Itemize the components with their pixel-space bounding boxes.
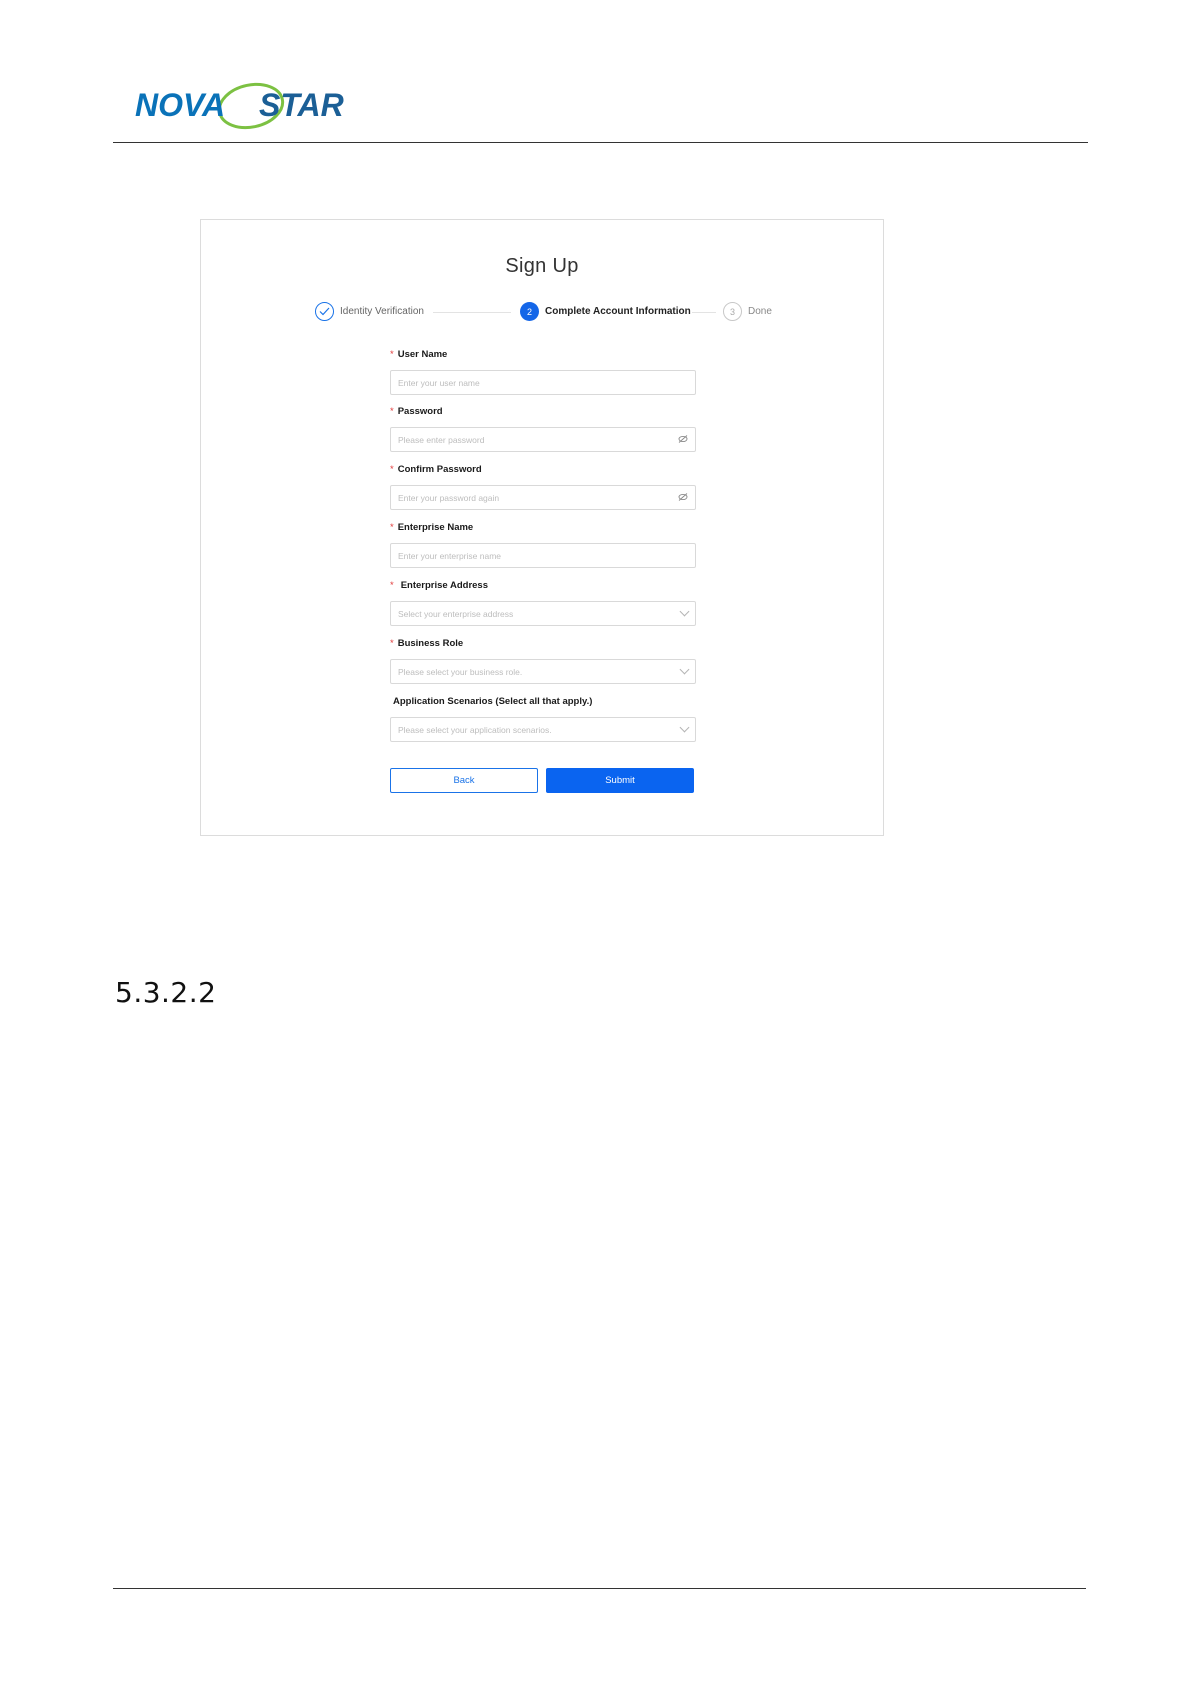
field-label: Business Role bbox=[397, 638, 464, 649]
check-icon bbox=[315, 302, 334, 321]
enterprise-address-field: * Enterprise Address Select your enterpri… bbox=[390, 579, 696, 626]
application-scenarios-field: Application Scenarios (Select all that a… bbox=[390, 695, 696, 742]
select-placeholder: Select your enterprise address bbox=[398, 608, 514, 619]
step-identity-verification: Identity Verification bbox=[315, 302, 424, 321]
step-label: Identity Verification bbox=[340, 306, 424, 317]
required-mark: * bbox=[390, 349, 394, 360]
enterprise-name-input[interactable]: Enter your enterprise name bbox=[390, 543, 696, 568]
signup-screenshot: Sign Up Identity Verification 2 Complete… bbox=[200, 219, 884, 836]
enterprise-address-select[interactable]: Select your enterprise address bbox=[390, 601, 696, 626]
chevron-down-icon bbox=[679, 722, 690, 733]
required-mark: * bbox=[390, 638, 394, 649]
field-label: Password bbox=[397, 406, 443, 417]
eye-hidden-icon[interactable] bbox=[678, 434, 688, 445]
chevron-down-icon bbox=[679, 606, 690, 617]
svg-text:NOVA: NOVA bbox=[135, 87, 225, 123]
step-done: 3 Done bbox=[723, 302, 772, 321]
header-rule bbox=[113, 142, 1088, 143]
select-placeholder: Please select your business role. bbox=[398, 666, 523, 677]
back-button[interactable]: Back bbox=[390, 768, 538, 793]
submit-button[interactable]: Submit bbox=[546, 768, 694, 793]
step-label: Complete Account Information bbox=[545, 306, 691, 317]
novastar-logo: NOVA STAR bbox=[133, 78, 383, 136]
step-number: 3 bbox=[723, 302, 742, 321]
required-mark: * bbox=[390, 522, 394, 533]
section-number: 5.3.2.2 bbox=[115, 976, 217, 1009]
password-input[interactable]: Please enter password bbox=[390, 427, 696, 452]
required-mark: * bbox=[390, 406, 394, 417]
step-number: 2 bbox=[520, 302, 539, 321]
input-placeholder: Enter your user name bbox=[398, 377, 480, 388]
footer-rule bbox=[113, 1588, 1086, 1589]
eye-hidden-icon[interactable] bbox=[678, 492, 688, 503]
progress-steps: Identity Verification 2 Complete Account… bbox=[315, 302, 785, 324]
user-name-field: * User Name Enter your user name bbox=[390, 348, 696, 395]
step-connector bbox=[433, 312, 511, 313]
chevron-down-icon bbox=[679, 664, 690, 675]
select-placeholder: Please select your application scenarios… bbox=[398, 724, 552, 735]
field-label: Enterprise Address bbox=[400, 580, 488, 591]
signup-title: Sign Up bbox=[505, 255, 579, 277]
field-label: Confirm Password bbox=[397, 464, 482, 475]
field-label: Enterprise Name bbox=[397, 522, 474, 533]
field-label: Application Scenarios (Select all that a… bbox=[393, 696, 593, 707]
confirm-password-field: * Confirm Password Enter your password ag… bbox=[390, 463, 696, 510]
business-role-field: * Business Role Please select your busine… bbox=[390, 637, 696, 684]
input-placeholder: Enter your password again bbox=[398, 492, 500, 503]
required-mark: * bbox=[390, 580, 394, 591]
required-mark: * bbox=[390, 464, 394, 475]
confirm-password-input[interactable]: Enter your password again bbox=[390, 485, 696, 510]
password-field: * Password Please enter password bbox=[390, 405, 696, 452]
step-label: Done bbox=[748, 306, 772, 317]
application-scenarios-select[interactable]: Please select your application scenarios… bbox=[390, 717, 696, 742]
user-name-input[interactable]: Enter your user name bbox=[390, 370, 696, 395]
enterprise-name-field: * Enterprise Name Enter your enterprise n… bbox=[390, 521, 696, 568]
input-placeholder: Please enter password bbox=[398, 434, 485, 445]
step-connector bbox=[692, 312, 716, 313]
step-complete-account-information: 2 Complete Account Information bbox=[520, 302, 691, 321]
field-label: User Name bbox=[397, 349, 448, 360]
input-placeholder: Enter your enterprise name bbox=[398, 550, 501, 561]
business-role-select[interactable]: Please select your business role. bbox=[390, 659, 696, 684]
svg-text:STAR: STAR bbox=[259, 87, 344, 123]
